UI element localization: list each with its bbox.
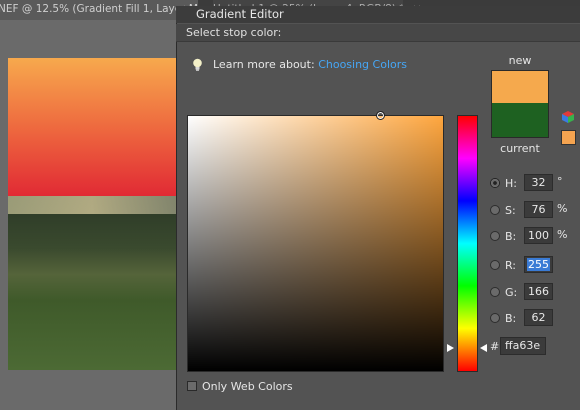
saturation-label: S: bbox=[505, 204, 516, 217]
learn-more-label: Learn more about: bbox=[213, 58, 315, 71]
red-label: R: bbox=[505, 259, 517, 272]
dialog-title[interactable]: Gradient Editor bbox=[176, 6, 580, 23]
hue-slider-left-arrow[interactable] bbox=[447, 344, 454, 352]
hue-slider-right-arrow[interactable] bbox=[480, 344, 487, 352]
lightbulb-icon bbox=[193, 58, 202, 71]
red-input[interactable]: 255 bbox=[524, 256, 553, 273]
photo-layer bbox=[8, 196, 176, 370]
saturation-unit: % bbox=[557, 202, 568, 215]
web-safe-color-swatch[interactable] bbox=[561, 130, 576, 145]
color-cube-icon[interactable] bbox=[561, 110, 575, 124]
blue-value: 62 bbox=[531, 311, 546, 324]
red-value: 255 bbox=[527, 258, 550, 271]
blue-label: B: bbox=[505, 312, 517, 325]
blue-radio[interactable] bbox=[490, 313, 500, 323]
current-color-swatch[interactable] bbox=[491, 103, 549, 138]
hex-color-input[interactable]: ffa63e bbox=[500, 337, 546, 355]
hue-input[interactable]: 32 bbox=[524, 174, 553, 191]
choosing-colors-link[interactable]: Choosing Colors bbox=[318, 58, 407, 71]
hex-hash-label: # bbox=[490, 340, 500, 353]
color-field-handle[interactable] bbox=[376, 111, 385, 120]
document-tab-active[interactable]: NEF @ 12.5% (Gradient Fill 1, Layer Mask… bbox=[0, 0, 198, 20]
saturation-input[interactable]: 76 bbox=[524, 201, 553, 218]
green-value: 166 bbox=[528, 285, 549, 298]
brightness-label: B: bbox=[505, 230, 517, 243]
new-color-swatch bbox=[491, 70, 549, 103]
hue-unit: ° bbox=[557, 175, 563, 188]
brightness-radio[interactable] bbox=[490, 231, 500, 241]
only-web-colors-label: Only Web Colors bbox=[202, 380, 293, 393]
blue-input[interactable]: 62 bbox=[524, 309, 553, 326]
saturation-value: 76 bbox=[531, 203, 546, 216]
green-label: G: bbox=[505, 286, 518, 299]
new-color-label: new bbox=[508, 54, 532, 67]
color-field[interactable] bbox=[187, 115, 444, 372]
brightness-unit: % bbox=[557, 228, 568, 241]
green-radio[interactable] bbox=[490, 287, 500, 297]
hue-label: H: bbox=[505, 177, 517, 190]
current-color-label: current bbox=[500, 142, 540, 155]
picker-header: Select stop color: bbox=[176, 24, 580, 42]
learn-more-text: Learn more about: Choosing Colors bbox=[213, 58, 407, 71]
hue-value: 32 bbox=[531, 176, 546, 189]
only-web-colors-checkbox[interactable] bbox=[187, 381, 197, 391]
red-radio[interactable] bbox=[490, 260, 500, 270]
brightness-value: 100 bbox=[528, 229, 549, 242]
hue-slider[interactable] bbox=[457, 115, 478, 372]
gradient-fill-layer bbox=[8, 58, 176, 196]
saturation-radio[interactable] bbox=[490, 205, 500, 215]
photo-horizon bbox=[8, 196, 176, 214]
brightness-input[interactable]: 100 bbox=[524, 227, 553, 244]
green-input[interactable]: 166 bbox=[524, 283, 553, 300]
hue-radio[interactable] bbox=[490, 178, 500, 188]
